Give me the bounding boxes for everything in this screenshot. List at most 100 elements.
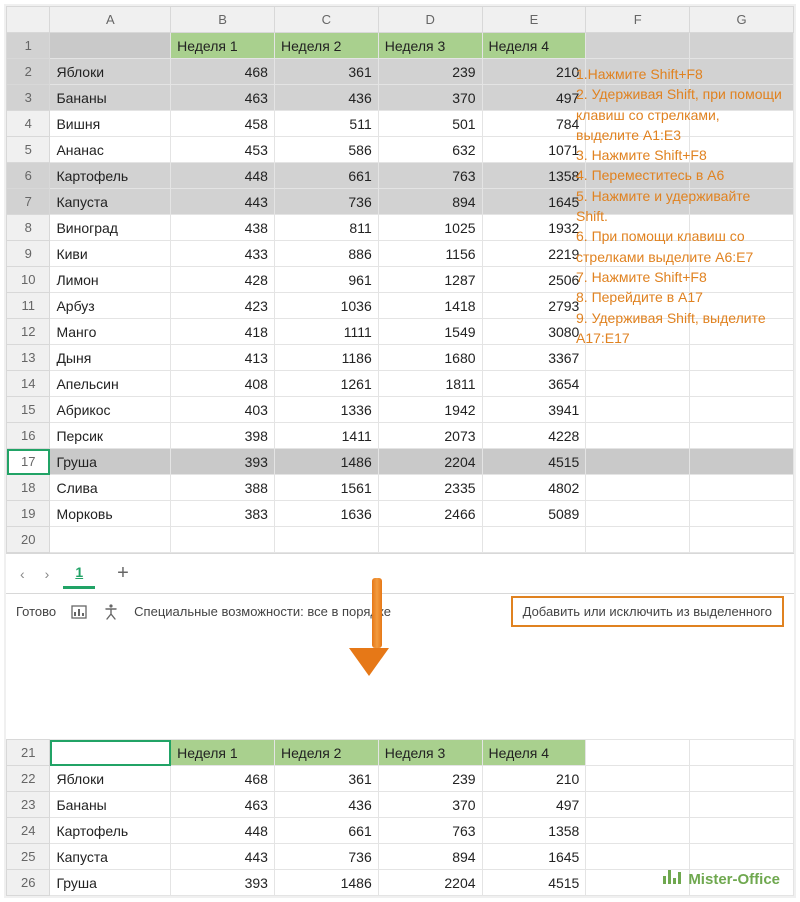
product-name[interactable]: Капуста	[50, 844, 171, 870]
product-name[interactable]: Арбуз	[50, 293, 171, 319]
data-cell[interactable]: 1036	[274, 293, 378, 319]
data-cell[interactable]: 448	[171, 163, 275, 189]
table-row[interactable]: 17Груша393148622044515	[7, 449, 794, 475]
row-header[interactable]: 25	[7, 844, 50, 870]
data-cell[interactable]: 1071	[482, 137, 586, 163]
data-cell[interactable]: 443	[171, 189, 275, 215]
sheet-prev-icon[interactable]: ‹	[14, 566, 31, 582]
data-cell[interactable]: 2219	[482, 241, 586, 267]
data-cell[interactable]: 886	[274, 241, 378, 267]
table-row[interactable]: 14Апельсин408126118113654	[7, 371, 794, 397]
data-cell[interactable]: 1336	[274, 397, 378, 423]
week-header[interactable]: Неделя 4	[482, 33, 586, 59]
data-cell[interactable]: 1942	[378, 397, 482, 423]
data-cell[interactable]: 4802	[482, 475, 586, 501]
data-cell[interactable]: 1418	[378, 293, 482, 319]
data-cell[interactable]: 1636	[274, 501, 378, 527]
data-cell[interactable]: 453	[171, 137, 275, 163]
row-header[interactable]: 5	[7, 137, 50, 163]
col-header-D[interactable]: D	[378, 7, 482, 33]
data-cell[interactable]: 1186	[274, 345, 378, 371]
row-header[interactable]: 24	[7, 818, 50, 844]
data-cell[interactable]: 3654	[482, 371, 586, 397]
table-row[interactable]: 16Персик398141120734228	[7, 423, 794, 449]
data-cell[interactable]: 497	[482, 792, 586, 818]
data-cell[interactable]: 661	[274, 818, 378, 844]
data-cell[interactable]: 736	[274, 844, 378, 870]
row-header[interactable]: 22	[7, 766, 50, 792]
data-cell[interactable]: 3941	[482, 397, 586, 423]
row-header[interactable]: 4	[7, 111, 50, 137]
product-name[interactable]: Морковь	[50, 501, 171, 527]
col-header-G[interactable]: G	[690, 7, 794, 33]
data-cell[interactable]: 632	[378, 137, 482, 163]
data-cell[interactable]: 5089	[482, 501, 586, 527]
data-cell[interactable]: 2506	[482, 267, 586, 293]
sheet-next-icon[interactable]: ›	[39, 566, 56, 582]
product-name[interactable]: Манго	[50, 319, 171, 345]
data-cell[interactable]: 428	[171, 267, 275, 293]
row-header[interactable]: 8	[7, 215, 50, 241]
data-cell[interactable]: 2073	[378, 423, 482, 449]
row-header[interactable]: 20	[7, 527, 50, 553]
row-header[interactable]: 3	[7, 85, 50, 111]
accessibility-icon[interactable]	[102, 603, 120, 621]
product-name[interactable]: Дыня	[50, 345, 171, 371]
data-cell[interactable]: 511	[274, 111, 378, 137]
data-cell[interactable]: 736	[274, 189, 378, 215]
product-name[interactable]: Персик	[50, 423, 171, 449]
data-cell[interactable]: 468	[171, 59, 275, 85]
data-cell[interactable]: 763	[378, 163, 482, 189]
data-cell[interactable]: 2204	[378, 870, 482, 896]
data-cell[interactable]: 239	[378, 59, 482, 85]
data-cell[interactable]: 433	[171, 241, 275, 267]
col-header-C[interactable]: C	[274, 7, 378, 33]
row-header[interactable]: 26	[7, 870, 50, 896]
product-name[interactable]: Груша	[50, 870, 171, 896]
data-cell[interactable]: 239	[378, 766, 482, 792]
statistics-icon[interactable]	[70, 603, 88, 621]
table-row[interactable]: 23Бананы463436370497	[7, 792, 794, 818]
data-cell[interactable]: 1486	[274, 449, 378, 475]
week-header[interactable]: Неделя 1	[171, 33, 275, 59]
data-cell[interactable]: 1932	[482, 215, 586, 241]
data-cell[interactable]: 393	[171, 870, 275, 896]
week-header[interactable]: Неделя 3	[378, 33, 482, 59]
data-cell[interactable]: 1680	[378, 345, 482, 371]
data-cell[interactable]: 1358	[482, 163, 586, 189]
data-cell[interactable]: 4228	[482, 423, 586, 449]
row-header[interactable]: 14	[7, 371, 50, 397]
data-cell[interactable]: 463	[171, 792, 275, 818]
table-row[interactable]: 22Яблоки468361239210	[7, 766, 794, 792]
data-cell[interactable]: 1645	[482, 844, 586, 870]
data-cell[interactable]: 1287	[378, 267, 482, 293]
data-cell[interactable]: 894	[378, 844, 482, 870]
data-cell[interactable]: 413	[171, 345, 275, 371]
product-name[interactable]: Виноград	[50, 215, 171, 241]
col-header-B[interactable]: B	[171, 7, 275, 33]
data-cell[interactable]: 1549	[378, 319, 482, 345]
data-cell[interactable]: 468	[171, 766, 275, 792]
row-header[interactable]: 11	[7, 293, 50, 319]
data-cell[interactable]: 1561	[274, 475, 378, 501]
table-row[interactable]: 18Слива388156123354802	[7, 475, 794, 501]
data-cell[interactable]: 436	[274, 792, 378, 818]
data-cell[interactable]: 398	[171, 423, 275, 449]
week-header[interactable]: Неделя 2	[274, 740, 378, 766]
sheet-tab-1[interactable]: 1	[63, 558, 95, 589]
data-cell[interactable]: 393	[171, 449, 275, 475]
product-name[interactable]: Капуста	[50, 189, 171, 215]
data-cell[interactable]: 586	[274, 137, 378, 163]
data-cell[interactable]: 3080	[482, 319, 586, 345]
product-name[interactable]: Яблоки	[50, 59, 171, 85]
data-cell[interactable]: 1645	[482, 189, 586, 215]
data-cell[interactable]: 763	[378, 818, 482, 844]
row-header[interactable]: 16	[7, 423, 50, 449]
table-row[interactable]: 25Капуста4437368941645	[7, 844, 794, 870]
row-header[interactable]: 15	[7, 397, 50, 423]
row-header[interactable]: 19	[7, 501, 50, 527]
data-cell[interactable]: 501	[378, 111, 482, 137]
col-header-F[interactable]: F	[586, 7, 690, 33]
week-header[interactable]: Неделя 3	[378, 740, 482, 766]
col-header-E[interactable]: E	[482, 7, 586, 33]
